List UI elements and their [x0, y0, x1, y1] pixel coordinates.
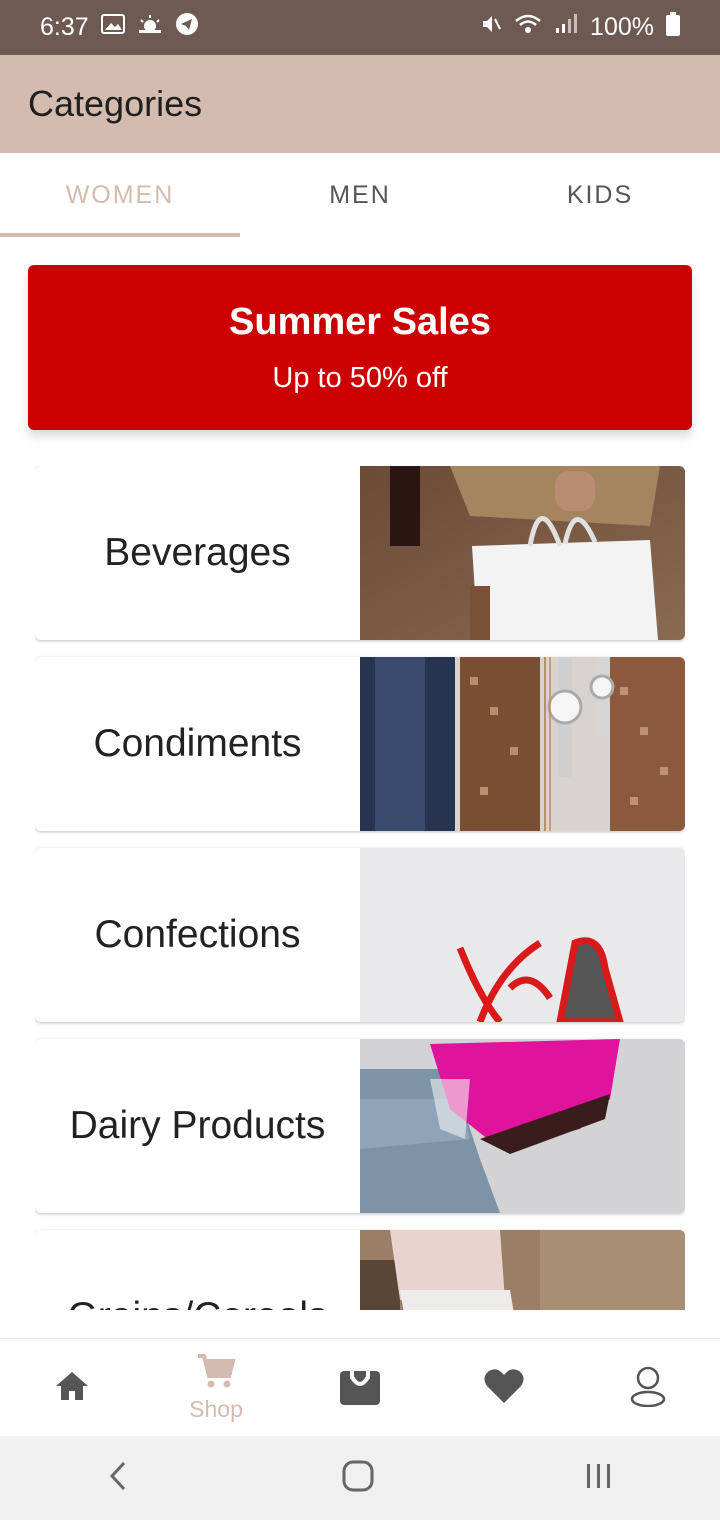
nav-shop-label: Shop — [189, 1396, 243, 1422]
category-label: Dairy Products — [69, 1104, 326, 1147]
nav-favorites[interactable] — [432, 1339, 576, 1437]
wifi-icon — [514, 13, 542, 42]
pink-boots-jeans-photo — [360, 1039, 685, 1213]
heart-icon — [483, 1367, 525, 1410]
status-time: 6:37 — [40, 13, 89, 41]
bottom-nav: Shop — [0, 1338, 720, 1437]
page-title: Categories — [28, 83, 203, 124]
category-card-grains-cereals[interactable]: Grains/Cereals — [35, 1230, 685, 1310]
category-card-confections[interactable]: Confections — [35, 848, 685, 1022]
recent-apps-icon[interactable] — [582, 1459, 616, 1498]
tab-men[interactable]: MEN — [240, 153, 480, 237]
tab-kids[interactable]: KIDS — [480, 153, 720, 237]
cart-icon — [196, 1353, 236, 1394]
mute-icon — [480, 13, 502, 42]
battery-icon — [666, 12, 680, 43]
gallery-icon — [100, 13, 125, 42]
system-nav-bar — [0, 1436, 720, 1520]
category-card-dairy-products[interactable]: Dairy Products — [35, 1039, 685, 1213]
banner-subtitle: Up to 50% off — [272, 361, 448, 394]
summer-sales-banner[interactable]: Summer Sales Up to 50% off — [28, 265, 692, 430]
bag-icon — [338, 1365, 382, 1412]
category-card-condiments[interactable]: Condiments — [35, 657, 685, 831]
watches-sequins-photo — [360, 657, 685, 831]
nav-shop[interactable]: Shop — [144, 1339, 288, 1437]
profile-icon — [629, 1365, 667, 1412]
banner-title: Summer Sales — [229, 300, 491, 343]
tab-women[interactable]: WOMEN — [0, 153, 240, 237]
category-label: Condiments — [93, 722, 302, 765]
category-label: Confections — [94, 913, 301, 956]
sneakers-photo — [360, 1230, 685, 1310]
app-bar: Categories — [0, 55, 720, 153]
category-list: Beverages Condiments Confections Dairy P… — [35, 466, 685, 1310]
back-icon[interactable] — [104, 1459, 134, 1498]
home-icon — [54, 1369, 90, 1408]
nav-profile[interactable] — [576, 1339, 720, 1437]
red-sunglasses-photo — [360, 848, 685, 1022]
category-tabs: WOMEN MEN KIDS — [0, 153, 720, 237]
signal-icon — [554, 13, 578, 42]
weather-icon — [137, 13, 163, 42]
status-bar: 6:37 100% — [0, 0, 720, 55]
nav-home[interactable] — [0, 1339, 144, 1437]
category-label: Beverages — [104, 531, 291, 574]
nav-bag[interactable] — [288, 1339, 432, 1437]
shopping-bag-photo — [360, 466, 685, 640]
category-card-beverages[interactable]: Beverages — [35, 466, 685, 640]
category-label: Grains/Cereals — [35, 1230, 360, 1310]
home-button-icon[interactable] — [341, 1459, 375, 1498]
telegram-icon — [175, 12, 199, 43]
battery-percent: 100% — [590, 13, 654, 41]
